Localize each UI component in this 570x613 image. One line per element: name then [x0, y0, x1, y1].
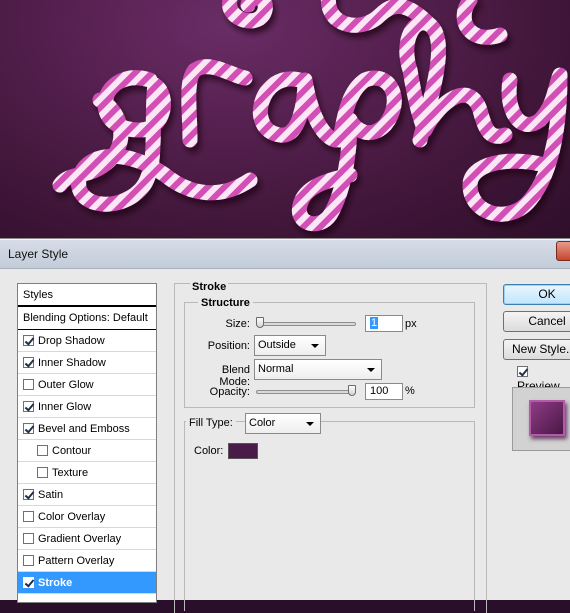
chevron-down-icon: [311, 344, 319, 348]
size-input[interactable]: 1: [365, 315, 403, 332]
size-unit: px: [405, 318, 417, 330]
style-checkbox[interactable]: [23, 400, 34, 412]
style-item-gradient-overlay[interactable]: Gradient Overlay: [18, 528, 156, 550]
new-style-label: New Style...: [512, 342, 570, 356]
position-label: Position:: [207, 340, 250, 352]
blend-mode-value: Normal: [258, 363, 294, 375]
style-item-inner-glow[interactable]: Inner Glow: [18, 396, 156, 418]
chevron-down-icon: [367, 368, 375, 372]
style-item-label: Pattern Overlay: [38, 555, 115, 567]
style-checkbox[interactable]: [23, 334, 34, 346]
style-item-color-overlay[interactable]: Color Overlay: [18, 506, 156, 528]
style-item-contour[interactable]: Contour: [18, 440, 156, 462]
stroke-section-title: Stroke: [190, 281, 229, 293]
position-value: Outside: [258, 339, 296, 351]
dialog-title: Layer Style: [8, 247, 69, 261]
preview-thumbnail: [529, 400, 565, 436]
artwork-canvas: [0, 0, 570, 238]
style-item-label: Color Overlay: [38, 511, 106, 523]
styles-header-label: Styles: [23, 289, 53, 301]
style-checkbox[interactable]: [23, 510, 34, 522]
style-item-label: Inner Shadow: [38, 357, 106, 369]
blend-mode-label: Blend Mode:: [219, 364, 250, 388]
color-label: Color:: [194, 445, 224, 457]
style-checkbox[interactable]: [37, 466, 48, 478]
preview-thumbnail-frame: [512, 387, 570, 451]
blend-mode-select[interactable]: Normal: [254, 359, 382, 380]
opacity-slider-thumb[interactable]: [348, 385, 356, 396]
size-value: 1: [370, 317, 379, 329]
opacity-label: Opacity:: [209, 386, 250, 398]
window-close-icon[interactable]: [556, 241, 570, 261]
style-item-label: Inner Glow: [38, 401, 92, 413]
layer-style-dialog: Layer Style Styles Blending Options: Def…: [0, 238, 570, 613]
chevron-down-icon: [306, 422, 314, 426]
dialog-titlebar[interactable]: Layer Style: [0, 239, 570, 269]
style-checkbox[interactable]: [37, 444, 48, 456]
fill-type-value: Color: [249, 417, 276, 429]
style-item-label: Gradient Overlay: [38, 533, 122, 545]
preview-checkbox[interactable]: [517, 366, 528, 378]
opacity-slider-track[interactable]: [256, 390, 356, 394]
style-item-label: Bevel and Emboss: [38, 423, 130, 435]
opacity-value: 100: [370, 385, 389, 397]
opacity-input[interactable]: 100: [365, 383, 403, 400]
style-item-inner-shadow[interactable]: Inner Shadow: [18, 352, 156, 374]
ok-label: OK: [538, 287, 556, 301]
style-item-label: Satin: [38, 489, 64, 501]
structure-section-title: Structure: [198, 297, 253, 309]
size-label: Size:: [225, 318, 250, 330]
size-slider-track[interactable]: [256, 322, 356, 326]
cancel-button[interactable]: Cancel: [503, 311, 570, 332]
style-item-label: Contour: [52, 445, 92, 457]
style-checkbox[interactable]: [23, 488, 34, 500]
style-item-label: Texture: [52, 467, 89, 479]
ok-button[interactable]: OK: [503, 284, 570, 305]
style-item-satin[interactable]: Satin: [18, 484, 156, 506]
style-checkbox[interactable]: [23, 378, 34, 390]
style-item-outer-glow[interactable]: Outer Glow: [18, 374, 156, 396]
style-checkbox[interactable]: [23, 554, 34, 566]
size-slider-thumb[interactable]: [256, 317, 264, 328]
position-select[interactable]: Outside: [254, 335, 326, 356]
style-checkbox[interactable]: [23, 356, 34, 368]
opacity-unit: %: [405, 385, 415, 397]
new-style-button[interactable]: New Style...: [503, 339, 570, 360]
blending-options-item[interactable]: Blending Options: Default: [18, 306, 156, 330]
style-item-bevel-and-emboss[interactable]: Bevel and Emboss: [18, 418, 156, 440]
styles-header[interactable]: Styles: [18, 284, 156, 306]
stroke-color-swatch[interactable]: [228, 443, 258, 459]
cancel-label: Cancel: [528, 314, 566, 328]
styles-list: Styles Blending Options: Default Drop Sh…: [17, 283, 157, 603]
style-item-drop-shadow[interactable]: Drop Shadow: [18, 330, 156, 352]
style-item-label: Outer Glow: [38, 379, 94, 391]
style-checkbox[interactable]: [23, 576, 34, 588]
style-checkbox[interactable]: [23, 532, 34, 544]
style-item-texture[interactable]: Texture: [18, 462, 156, 484]
style-item-pattern-overlay[interactable]: Pattern Overlay: [18, 550, 156, 572]
style-item-label: Stroke: [38, 577, 73, 589]
style-item-label: Drop Shadow: [38, 335, 105, 347]
style-item-stroke[interactable]: Stroke: [18, 572, 156, 594]
style-checkbox[interactable]: [23, 422, 34, 434]
candy-lettering-image: [52, 0, 568, 232]
fill-type-label: Fill Type:: [186, 417, 236, 429]
fill-type-select[interactable]: Color: [245, 413, 321, 434]
blending-options-label: Blending Options: Default: [23, 312, 148, 324]
